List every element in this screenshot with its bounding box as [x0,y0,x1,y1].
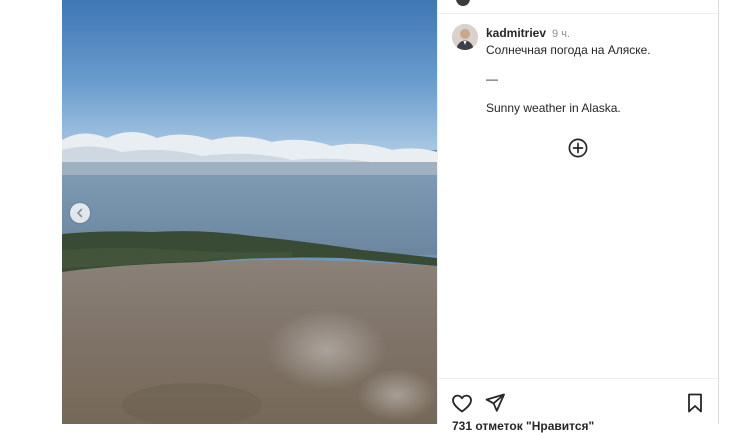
username-link[interactable]: kadmitriev [486,26,546,40]
comment-body: kadmitriev 9 ч. Солнечная погода на Аляск… [486,26,716,116]
caption-russian: Солнечная погода на Аляске. [486,43,651,57]
header-avatar[interactable] [456,0,470,6]
profile-photo-icon [452,24,478,50]
save-button[interactable] [683,391,707,415]
load-more-comments-button[interactable] [568,138,588,158]
share-button[interactable] [483,391,507,415]
like-button[interactable] [450,391,474,415]
left-gutter [0,0,62,424]
likes-count[interactable]: 731 отметок "Нравится" [452,419,594,433]
caption-separator: — [486,72,498,86]
right-gutter [718,0,754,424]
alaska-aerial-image [62,0,437,424]
carousel-prev-button[interactable] [70,203,90,223]
chevron-left-icon [77,208,83,218]
post-photo[interactable] [62,0,437,424]
time-ago[interactable]: 9 ч. [552,28,570,40]
caption-english: Sunny weather in Alaska. [486,101,621,115]
header-divider [438,13,719,14]
heart-icon [452,394,472,413]
avatar[interactable] [452,24,478,50]
plus-circle-icon [568,138,588,158]
post-actions-bar: 731 отметок "Нравится" [438,378,719,433]
paper-plane-icon [485,393,505,412]
post-side-panel: kadmitriev 9 ч. Солнечная погода на Аляск… [437,0,719,433]
bookmark-icon [688,393,702,413]
